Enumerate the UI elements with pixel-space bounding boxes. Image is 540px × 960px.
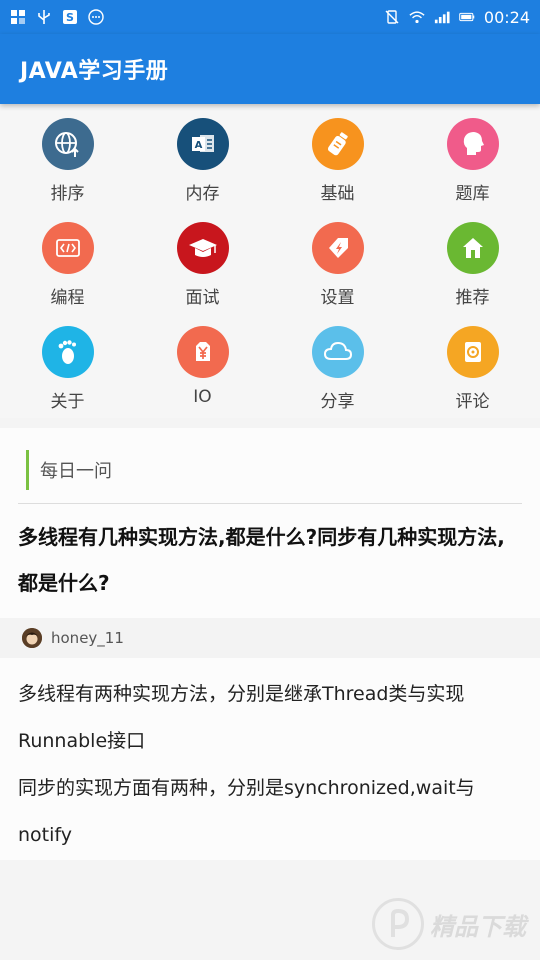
s-app-icon: S — [62, 9, 78, 25]
signal-icon — [434, 9, 450, 25]
grid-label: 排序 — [50, 184, 85, 204]
grid-item-memory[interactable]: A 内存 — [135, 104, 270, 208]
grid-label: 评论 — [455, 392, 490, 412]
watermark-text: 精品下载 — [430, 912, 526, 941]
feature-grid: 排序 A 内存 基础 题库 编程 面试 设置 推荐 关于 IO 分享 评论 — [0, 104, 540, 418]
status-time: 00:24 — [483, 7, 530, 27]
watermark-logo-icon — [372, 898, 424, 950]
grid-item-sort[interactable]: 排序 — [0, 104, 135, 208]
grid-item-programming[interactable]: 编程 — [0, 208, 135, 312]
author-row[interactable]: honey_11 — [0, 618, 540, 658]
globe-upload-icon — [41, 118, 94, 170]
divider — [18, 503, 522, 504]
grid-item-recommend[interactable]: 推荐 — [405, 208, 540, 312]
grid-item-interview[interactable]: 面试 — [135, 208, 270, 312]
head-icon — [446, 118, 499, 170]
grid-item-basics[interactable]: 基础 — [270, 104, 405, 208]
grid-item-share[interactable]: 分享 — [270, 312, 405, 416]
apps-icon — [10, 9, 26, 25]
grid-item-about[interactable]: 关于 — [0, 312, 135, 416]
grid-item-settings[interactable]: 设置 — [270, 208, 405, 312]
lightning-tag-icon — [311, 222, 364, 274]
grid-label: 面试 — [185, 288, 220, 308]
usb-icon — [36, 9, 52, 25]
grid-label: 内存 — [185, 184, 220, 204]
outlook-icon: A — [176, 118, 229, 170]
wifi-icon — [409, 9, 425, 25]
answer-body: 多线程有两种实现方法，分别是继承Thread类与实现Runnable接口 同步的… — [18, 671, 528, 859]
home-icon — [446, 222, 499, 274]
footprint-icon — [41, 326, 94, 378]
graduation-cap-icon — [176, 222, 229, 274]
status-right: 00:24 — [384, 8, 530, 27]
app-title: JAVA学习手册 — [20, 59, 169, 84]
app-bar: JAVA学习手册 — [0, 34, 540, 104]
grid-item-io[interactable]: IO — [135, 312, 270, 416]
battery-icon — [459, 9, 475, 25]
code-icon — [41, 222, 94, 274]
author-name: honey_11 — [51, 629, 124, 647]
watermark: 精品下载 — [372, 898, 526, 950]
disc-icon — [446, 326, 499, 378]
daily-question-card: 每日一问 多线程有几种实现方法,都是什么?同步有几种实现方法,都是什么? hon… — [0, 428, 540, 860]
grid-label: IO — [193, 387, 212, 407]
avatar — [22, 628, 42, 648]
grid-label: 编程 — [50, 288, 85, 308]
status-bar: S 00:24 — [0, 0, 540, 34]
svg-text:A: A — [194, 140, 202, 151]
grid-label: 关于 — [50, 392, 85, 412]
section-title: 每日一问 — [26, 450, 112, 490]
grid-label: 题库 — [455, 184, 490, 204]
status-left: S — [10, 9, 104, 25]
bottle-icon — [311, 118, 364, 170]
grid-label: 推荐 — [455, 288, 490, 308]
svg-text:S: S — [66, 11, 74, 24]
grid-label: 分享 — [320, 392, 355, 412]
cloud-icon — [311, 326, 364, 378]
grid-label: 基础 — [320, 184, 355, 204]
grid-item-question-bank[interactable]: 题库 — [405, 104, 540, 208]
more-icon — [88, 9, 104, 25]
yen-icon — [176, 326, 229, 378]
vibrate-off-icon — [384, 9, 400, 25]
answer-line: 多线程有两种实现方法，分别是继承Thread类与实现Runnable接口 — [18, 683, 465, 752]
question-title[interactable]: 多线程有几种实现方法,都是什么?同步有几种实现方法,都是什么? — [18, 514, 522, 606]
grid-item-comment[interactable]: 评论 — [405, 312, 540, 416]
grid-label: 设置 — [320, 288, 355, 308]
answer-line: 同步的实现方面有两种，分别是synchronized,wait与notify — [18, 777, 475, 846]
